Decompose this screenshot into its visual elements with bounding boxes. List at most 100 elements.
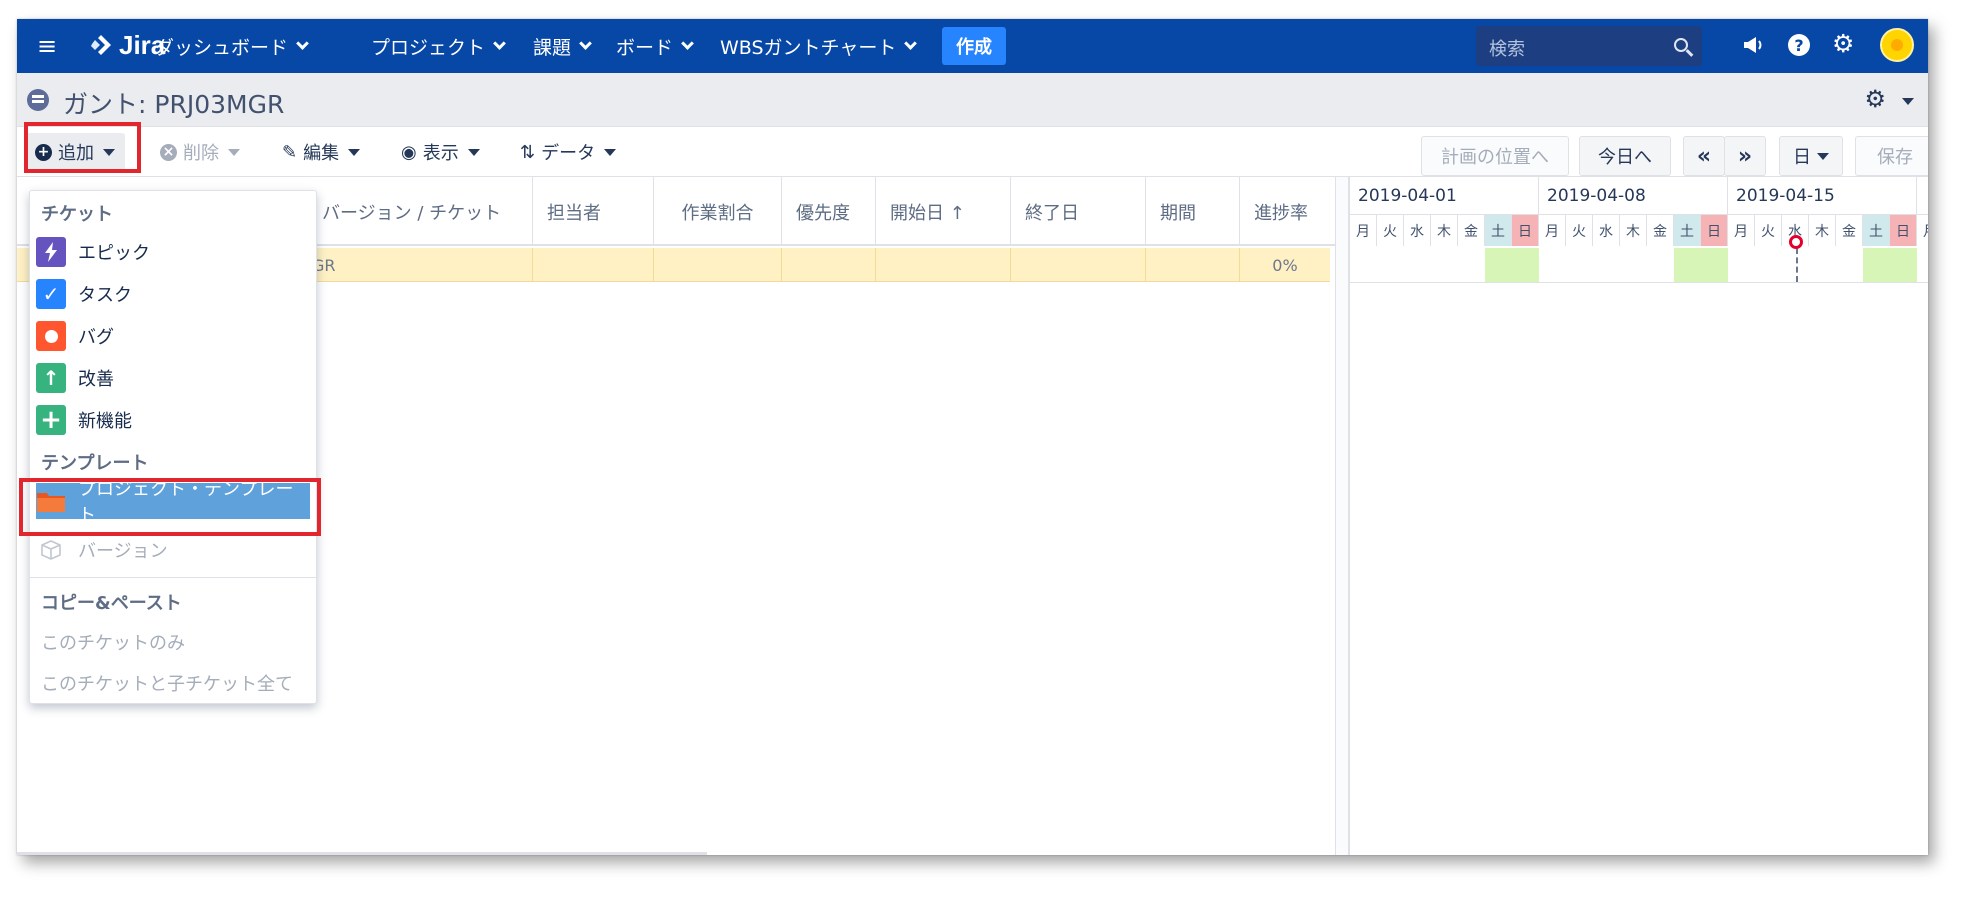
menu-item-epic[interactable]: エピック — [36, 234, 310, 270]
edit-button[interactable]: ✎ 編集 — [282, 136, 361, 168]
caret-down-icon — [348, 148, 361, 156]
gantt-toolbar: + 追加 × 削除 ✎ 編集 ◉ 表示 ⇅ データ 計画の位置へ 今日へ « » — [17, 127, 1928, 177]
ticket-cell: GR — [308, 248, 533, 282]
nav-dashboard-label: ダッシュボード — [155, 37, 289, 59]
nav-projects[interactable]: プロジェクト — [371, 33, 506, 60]
jira-logo[interactable]: Jira — [89, 30, 165, 61]
gantt-title-bar: ガント: PRJ03MGR ⚙ — [17, 73, 1928, 127]
column-work-ratio[interactable]: 作業割合 — [654, 177, 782, 246]
caret-down-icon — [604, 148, 617, 156]
chevron-down-icon — [579, 37, 592, 50]
day-label: 月 — [1728, 214, 1755, 246]
search-placeholder: 検索 — [1489, 39, 1525, 60]
today-button[interactable]: 今日へ — [1579, 136, 1671, 176]
nav-boards[interactable]: ボード — [616, 33, 694, 60]
caret-down-icon — [1817, 152, 1829, 160]
data-label: データ — [541, 143, 596, 164]
next-button[interactable]: » — [1724, 136, 1766, 176]
task-icon: ✓ — [36, 279, 66, 309]
megaphone-icon[interactable] — [1741, 33, 1765, 57]
day-label: 月 — [1539, 214, 1566, 246]
column-start-date[interactable]: 開始日 ↑ — [876, 177, 1011, 246]
pencil-icon: ✎ — [282, 141, 298, 163]
menu-item-improvement[interactable]: ↑ 改善 — [36, 360, 310, 396]
day-label: 木 — [1431, 214, 1458, 246]
epic-icon — [36, 237, 66, 267]
new-feature-icon: + — [36, 405, 66, 435]
menu-item-version[interactable]: バージョン — [36, 532, 310, 568]
app-window: ≡ Jira ダッシュボード プロジェクト 課題 ボード WBSガントチャート … — [17, 19, 1928, 855]
day-label: 水 — [1593, 214, 1620, 246]
plan-position-button[interactable]: 計画の位置へ — [1421, 136, 1569, 176]
progress-cell: 0% — [1272, 255, 1298, 275]
day-label: 日 — [1701, 214, 1728, 246]
column-assignee[interactable]: 担当者 — [533, 177, 654, 246]
week-label: 2019-04-08 — [1539, 177, 1728, 214]
caret-down-icon — [467, 148, 480, 156]
nav-dashboard[interactable]: ダッシュボード — [155, 33, 309, 60]
help-icon[interactable]: ? — [1788, 34, 1810, 56]
day-label: 木 — [1620, 214, 1647, 246]
end-date-cell — [1011, 248, 1146, 282]
day-label: 月 — [1350, 214, 1377, 246]
nav-issues[interactable]: 課題 — [533, 33, 592, 60]
day-label: 日 — [1890, 214, 1917, 246]
menu-item-label: エピック — [78, 243, 150, 264]
day-label: 火 — [1377, 214, 1404, 246]
column-duration[interactable]: 期間 — [1146, 177, 1240, 246]
caret-down-icon[interactable] — [1902, 98, 1914, 105]
menu-item-label: バージョン — [78, 541, 168, 562]
ticket-section-header: チケット — [41, 204, 113, 225]
column-end-date[interactable]: 終了日 — [1011, 177, 1146, 246]
day-label: 月 — [1917, 214, 1928, 246]
horizontal-scrollbar[interactable] — [17, 852, 707, 855]
priority-cell — [782, 248, 876, 282]
bug-icon — [36, 321, 66, 351]
gear-icon[interactable]: ⚙ — [1832, 29, 1854, 58]
save-button[interactable]: 保存 — [1855, 136, 1928, 176]
column-progress[interactable]: 進捗率 — [1240, 177, 1335, 246]
nav-wbs-gantt[interactable]: WBSガントチャート — [720, 33, 918, 60]
menu-icon[interactable]: ≡ — [37, 32, 57, 60]
data-button[interactable]: ⇅ データ — [520, 136, 617, 168]
sort-arrows-icon: ⇅ — [520, 141, 536, 163]
weekend-cell — [1674, 248, 1728, 282]
row-divider — [1350, 282, 1928, 283]
day-label: 金 — [1647, 214, 1674, 246]
create-button[interactable]: 作成 — [942, 27, 1006, 65]
prev-button[interactable]: « — [1683, 136, 1725, 176]
delete-label: 削除 — [183, 143, 219, 164]
settings-gear-icon[interactable]: ⚙ — [1864, 85, 1886, 113]
menu-item-copy-this[interactable]: このチケットのみ — [41, 629, 185, 655]
view-button[interactable]: ◉ 表示 — [401, 136, 480, 168]
weekend-cell — [1863, 248, 1917, 282]
menu-item-bug[interactable]: バグ — [36, 318, 310, 354]
column-priority[interactable]: 優先度 — [782, 177, 876, 246]
day-label: 木 — [1809, 214, 1836, 246]
week-label: 2019-04-01 — [1350, 177, 1539, 214]
menu-item-new-feature[interactable]: + 新機能 — [36, 402, 310, 438]
eye-icon: ◉ — [401, 141, 417, 163]
gantt-icon — [27, 89, 49, 111]
package-icon — [36, 535, 66, 565]
today-marker-icon — [1788, 235, 1803, 249]
menu-item-label: タスク — [78, 285, 132, 306]
duration-cell — [1146, 248, 1240, 282]
gantt-chart: 2019-04-01 2019-04-08 2019-04-15 月火水木金土日月火… — [1350, 177, 1928, 855]
chevron-down-icon — [296, 37, 309, 50]
column-version-ticket[interactable]: バージョン / チケット — [308, 177, 533, 246]
day-label: 水 — [1404, 214, 1431, 246]
avatar[interactable] — [1880, 28, 1914, 62]
copy-section-header: コピー&ペースト — [41, 593, 182, 614]
highlight-box — [24, 122, 141, 173]
nav-projects-label: プロジェクト — [371, 37, 486, 59]
pane-splitter[interactable] — [1335, 177, 1350, 855]
delete-button[interactable]: × 削除 — [160, 136, 240, 168]
nav-wbs-gantt-label: WBSガントチャート — [720, 37, 897, 59]
today-line — [1795, 248, 1798, 282]
search-input[interactable]: 検索 — [1476, 26, 1702, 66]
scale-label: 日 — [1793, 147, 1811, 168]
scale-select[interactable]: 日 — [1779, 136, 1843, 176]
menu-item-copy-all[interactable]: このチケットと子チケット全て — [41, 670, 293, 696]
menu-item-task[interactable]: ✓ タスク — [36, 276, 310, 312]
